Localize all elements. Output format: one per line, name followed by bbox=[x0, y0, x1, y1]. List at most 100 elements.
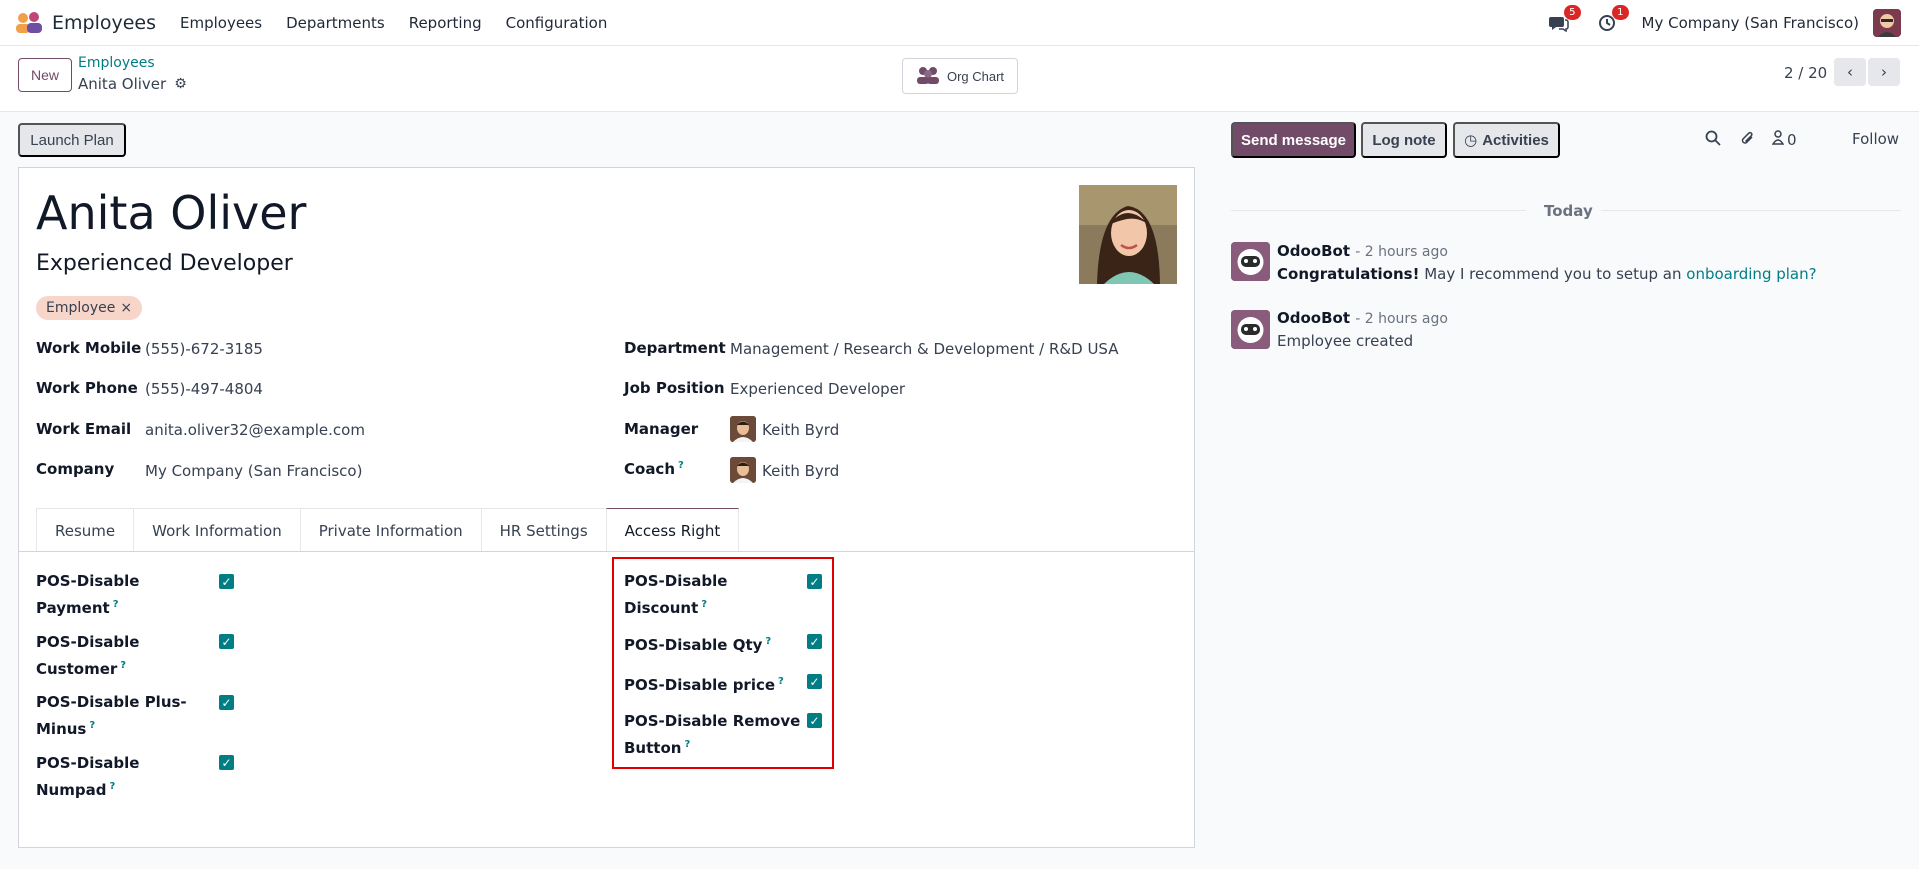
check-icon: ✓ bbox=[809, 574, 820, 589]
follow-button[interactable]: Follow bbox=[1852, 130, 1899, 148]
tab-resume[interactable]: Resume bbox=[36, 508, 135, 552]
followers-button[interactable]: 0 bbox=[1771, 130, 1797, 149]
new-button[interactable]: New bbox=[18, 58, 72, 92]
paperclip-icon[interactable] bbox=[1740, 130, 1756, 151]
message-bold: Congratulations! bbox=[1277, 265, 1420, 283]
pos-disable-price-checkbox[interactable]: ✓ bbox=[807, 674, 822, 689]
check-icon: ✓ bbox=[221, 695, 232, 710]
app-name[interactable]: Employees bbox=[52, 12, 156, 34]
check-icon: ✓ bbox=[809, 674, 820, 689]
work-phone-label: Work Phone bbox=[36, 379, 138, 397]
company-switcher[interactable]: My Company (San Francisco) bbox=[1642, 14, 1859, 32]
message-text: Employee created bbox=[1277, 332, 1414, 350]
date-separator-line bbox=[1231, 210, 1526, 211]
pager-next-button[interactable]: › bbox=[1868, 58, 1900, 86]
pager-previous-button[interactable]: ‹ bbox=[1834, 58, 1866, 86]
help-icon[interactable]: ? bbox=[765, 636, 771, 647]
search-icon[interactable] bbox=[1705, 130, 1721, 150]
help-icon[interactable]: ? bbox=[109, 781, 115, 792]
coach-avatar[interactable] bbox=[730, 457, 756, 483]
label-line: POS-Disable bbox=[36, 572, 140, 590]
tab-hr-settings[interactable]: HR Settings bbox=[480, 508, 607, 552]
department-value[interactable]: Management / Research & Development / R&… bbox=[730, 340, 1118, 358]
org-chart-button[interactable]: Org Chart bbox=[902, 58, 1018, 94]
employee-tag[interactable]: Employee × bbox=[36, 296, 143, 320]
check-icon: ✓ bbox=[809, 634, 820, 649]
work-phone-value[interactable]: (555)-497-4804 bbox=[145, 380, 263, 398]
launch-plan-button[interactable]: Launch Plan bbox=[18, 123, 126, 157]
coach-label-text: Coach bbox=[624, 460, 676, 478]
work-mobile-value[interactable]: (555)-672-3185 bbox=[145, 340, 263, 358]
menu-reporting[interactable]: Reporting bbox=[409, 14, 482, 32]
work-email-value[interactable]: anita.oliver32@example.com bbox=[145, 421, 365, 439]
label-line: POS-Disable bbox=[36, 754, 140, 772]
pos-disable-customer-label: POS-Disable Customer? bbox=[36, 630, 196, 681]
gear-icon[interactable]: ⚙ bbox=[174, 76, 187, 92]
tag-label: Employee bbox=[46, 300, 116, 316]
label-line: POS-Disable Qty? bbox=[624, 630, 784, 657]
help-icon[interactable]: ? bbox=[684, 739, 690, 750]
author-name[interactable]: OdooBot bbox=[1277, 242, 1350, 260]
job-position-value[interactable]: Experienced Developer bbox=[730, 380, 905, 398]
pos-disable-remove-button-checkbox[interactable]: ✓ bbox=[807, 713, 822, 728]
help-icon[interactable]: ? bbox=[89, 720, 95, 731]
pos-disable-discount-checkbox[interactable]: ✓ bbox=[807, 574, 822, 589]
pager-value[interactable]: 2 / 20 bbox=[1784, 64, 1827, 82]
pos-disable-numpad-checkbox[interactable]: ✓ bbox=[219, 755, 234, 770]
help-icon[interactable]: ? bbox=[701, 599, 707, 610]
work-email-label: Work Email bbox=[36, 420, 132, 438]
pos-disable-qty-checkbox[interactable]: ✓ bbox=[807, 634, 822, 649]
label-line-text: POS-Disable Qty bbox=[624, 636, 763, 654]
label-line: POS-Disable bbox=[36, 633, 140, 651]
label-line: Customer? bbox=[36, 654, 196, 681]
label-line-text: POS-Disable price bbox=[624, 676, 776, 694]
user-avatar[interactable] bbox=[1873, 9, 1901, 37]
author-name[interactable]: OdooBot bbox=[1277, 309, 1350, 327]
coach-value[interactable]: Keith Byrd bbox=[762, 462, 839, 480]
breadcrumb-employees[interactable]: Employees bbox=[78, 55, 155, 71]
pos-disable-customer-checkbox[interactable]: ✓ bbox=[219, 634, 234, 649]
user-icon bbox=[1771, 130, 1785, 149]
help-icon[interactable]: ? bbox=[678, 460, 684, 471]
pos-disable-numpad-label: POS-Disable Numpad? bbox=[36, 751, 196, 802]
employee-photo[interactable] bbox=[1079, 185, 1177, 284]
menu-departments[interactable]: Departments bbox=[286, 14, 385, 32]
company-label: Company bbox=[36, 460, 115, 478]
help-icon[interactable]: ? bbox=[120, 660, 126, 671]
label-line: POS-Disable Plus- bbox=[36, 693, 187, 711]
send-message-button[interactable]: Send message bbox=[1231, 122, 1356, 158]
odoobot-avatar[interactable] bbox=[1231, 310, 1270, 349]
log-note-button[interactable]: Log note bbox=[1361, 122, 1447, 158]
manager-value[interactable]: Keith Byrd bbox=[762, 421, 839, 439]
employee-job-title[interactable]: Experienced Developer bbox=[36, 251, 293, 276]
message-body: Congratulations! May I recommend you to … bbox=[1277, 265, 1817, 283]
pos-disable-plus-minus-checkbox[interactable]: ✓ bbox=[219, 695, 234, 710]
odoobot-avatar[interactable] bbox=[1231, 242, 1270, 281]
menu-employees[interactable]: Employees bbox=[180, 14, 262, 32]
label-line: POS-Disable price? bbox=[624, 670, 804, 697]
employees-app-icon[interactable] bbox=[14, 11, 44, 35]
manager-avatar[interactable] bbox=[730, 416, 756, 442]
check-icon: ✓ bbox=[221, 755, 232, 770]
messages-icon[interactable]: 5 bbox=[1546, 5, 1581, 36]
help-icon[interactable]: ? bbox=[113, 599, 119, 610]
activity-clock-icon[interactable]: 1 bbox=[1594, 5, 1629, 36]
check-icon: ✓ bbox=[221, 634, 232, 649]
tab-divider bbox=[18, 551, 1195, 552]
pos-disable-payment-label: POS-Disable Payment? bbox=[36, 569, 196, 620]
tab-work-information[interactable]: Work Information bbox=[133, 508, 301, 552]
activities-button[interactable]: ◷ Activities bbox=[1453, 122, 1560, 158]
pos-disable-payment-checkbox[interactable]: ✓ bbox=[219, 574, 234, 589]
label-line-text: Customer bbox=[36, 660, 118, 678]
onboarding-plan-link[interactable]: onboarding plan? bbox=[1686, 265, 1816, 283]
employee-name[interactable]: Anita Oliver bbox=[36, 186, 306, 240]
breadcrumb-current: Anita Oliver ⚙ bbox=[78, 75, 187, 93]
company-value[interactable]: My Company (San Francisco) bbox=[145, 462, 362, 480]
tab-private-information[interactable]: Private Information bbox=[299, 508, 482, 552]
chevron-right-icon: › bbox=[1881, 63, 1887, 81]
check-icon: ✓ bbox=[221, 574, 232, 589]
tag-remove-icon[interactable]: × bbox=[120, 300, 132, 316]
menu-configuration[interactable]: Configuration bbox=[506, 14, 608, 32]
help-icon[interactable]: ? bbox=[778, 676, 784, 687]
tab-access-right[interactable]: Access Right bbox=[605, 508, 740, 552]
